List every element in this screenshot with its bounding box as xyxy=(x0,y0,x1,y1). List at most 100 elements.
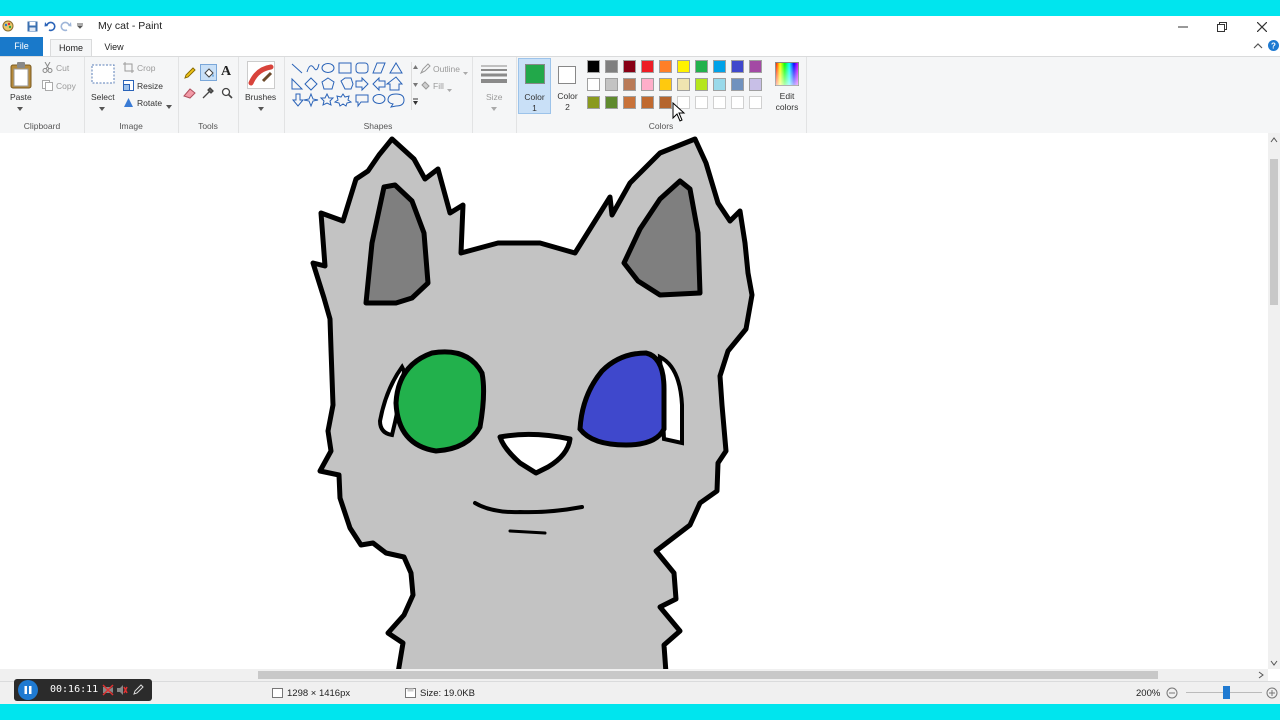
zoom-in-icon[interactable] xyxy=(1266,687,1278,702)
palette-swatch[interactable] xyxy=(659,78,672,91)
palette-swatch[interactable] xyxy=(605,96,618,109)
palette-swatch[interactable] xyxy=(713,96,726,109)
cut-label[interactable]: Cut xyxy=(56,63,69,73)
palette-swatch[interactable] xyxy=(587,78,600,91)
palette-swatch[interactable] xyxy=(641,60,654,73)
customize-quick-access-icon[interactable] xyxy=(76,20,84,32)
palette-swatch[interactable] xyxy=(623,78,636,91)
drawing-canvas[interactable] xyxy=(0,133,1268,669)
palette-swatch[interactable] xyxy=(659,96,672,109)
fill-dropdown-icon[interactable] xyxy=(447,84,452,95)
palette-swatch[interactable] xyxy=(713,60,726,73)
undo-icon[interactable] xyxy=(44,20,56,32)
text-tool-icon[interactable]: A xyxy=(221,64,231,80)
mute-icon[interactable] xyxy=(116,684,128,699)
tab-view[interactable]: View xyxy=(98,39,130,56)
palette-swatch[interactable] xyxy=(695,78,708,91)
palette-swatch[interactable] xyxy=(623,60,636,73)
minimize-button[interactable] xyxy=(1163,16,1203,37)
size-dropdown-icon[interactable] xyxy=(491,103,497,114)
palette-swatch[interactable] xyxy=(605,78,618,91)
vertical-scroll-thumb[interactable] xyxy=(1270,159,1278,305)
cut-icon[interactable] xyxy=(42,61,53,76)
color2-label-a: Color xyxy=(557,91,578,101)
select-icon[interactable] xyxy=(91,64,115,87)
pencil-icon[interactable] xyxy=(183,66,197,83)
crop-icon[interactable] xyxy=(123,62,134,76)
palette-swatch[interactable] xyxy=(623,96,636,109)
webcam-off-icon[interactable] xyxy=(102,684,114,699)
palette-swatch[interactable] xyxy=(677,78,690,91)
resize-icon[interactable] xyxy=(123,80,134,94)
outline-icon[interactable] xyxy=(419,63,431,77)
brushes-icon[interactable] xyxy=(247,61,275,92)
crop-label[interactable]: Crop xyxy=(137,63,155,73)
vertical-scrollbar[interactable] xyxy=(1268,133,1280,669)
size-icon[interactable] xyxy=(480,64,508,87)
scroll-up-icon[interactable] xyxy=(1270,137,1278,143)
help-icon[interactable]: ? xyxy=(1268,40,1279,54)
shapes-gallery[interactable] xyxy=(290,62,408,110)
outline-label[interactable]: Outline xyxy=(433,64,460,74)
palette-swatch[interactable] xyxy=(587,96,600,109)
scroll-right-icon[interactable] xyxy=(1258,671,1264,679)
restore-button[interactable] xyxy=(1202,16,1242,37)
resize-label[interactable]: Resize xyxy=(137,81,163,91)
palette-swatch[interactable] xyxy=(605,60,618,73)
fill-label[interactable]: Fill xyxy=(433,81,444,91)
minimize-ribbon-icon[interactable] xyxy=(1253,41,1263,54)
palette-swatch[interactable] xyxy=(677,60,690,73)
outline-dropdown-icon[interactable] xyxy=(463,67,468,78)
draw-pen-icon[interactable] xyxy=(132,683,145,699)
palette-swatch[interactable] xyxy=(587,60,600,73)
palette-swatch[interactable] xyxy=(641,96,654,109)
horizontal-scrollbar[interactable] xyxy=(0,669,1268,681)
paste-label[interactable]: Paste xyxy=(10,92,32,102)
palette-swatch[interactable] xyxy=(749,96,762,109)
paste-icon[interactable] xyxy=(9,61,33,92)
zoom-out-icon[interactable] xyxy=(1166,687,1178,702)
size-label[interactable]: Size xyxy=(486,92,503,102)
zoom-slider-thumb[interactable] xyxy=(1223,686,1230,699)
pause-recording-button[interactable] xyxy=(18,680,38,700)
magnifier-icon[interactable] xyxy=(221,87,233,102)
fill-icon[interactable] xyxy=(420,80,431,94)
redo-icon[interactable] xyxy=(60,20,72,32)
rotate-label[interactable]: Rotate xyxy=(137,98,162,108)
palette-swatch[interactable] xyxy=(641,78,654,91)
horizontal-scroll-thumb[interactable] xyxy=(258,671,1158,679)
color2-button[interactable]: Color 2 xyxy=(552,58,583,114)
edit-colors-button[interactable]: Edit colors xyxy=(770,58,804,114)
tab-file[interactable]: File xyxy=(0,37,43,56)
color-picker-icon[interactable] xyxy=(202,86,215,102)
canvas-area[interactable] xyxy=(0,133,1268,669)
palette-swatch[interactable] xyxy=(731,78,744,91)
scroll-down-icon[interactable] xyxy=(1270,660,1278,666)
paste-dropdown-icon[interactable] xyxy=(17,103,23,114)
paint-app-icon[interactable] xyxy=(2,20,14,32)
select-dropdown-icon[interactable] xyxy=(99,103,105,114)
copy-label[interactable]: Copy xyxy=(56,81,76,91)
tab-home[interactable]: Home xyxy=(50,39,92,57)
eraser-icon[interactable] xyxy=(183,87,197,102)
fill-with-color-icon[interactable] xyxy=(200,64,217,81)
palette-swatch[interactable] xyxy=(659,60,672,73)
shapes-gallery-scroll[interactable] xyxy=(411,62,418,110)
rotate-icon[interactable] xyxy=(123,97,134,111)
palette-swatch[interactable] xyxy=(713,78,726,91)
save-icon[interactable] xyxy=(26,20,38,32)
palette-swatch[interactable] xyxy=(731,96,744,109)
close-button[interactable] xyxy=(1242,16,1280,37)
color1-button[interactable]: Color 1 xyxy=(518,58,551,114)
clipboard-group: Paste Cut Copy Clipboard xyxy=(0,57,85,134)
palette-swatch[interactable] xyxy=(749,78,762,91)
palette-swatch[interactable] xyxy=(695,60,708,73)
select-label[interactable]: Select xyxy=(91,92,115,102)
palette-swatch[interactable] xyxy=(731,60,744,73)
copy-icon[interactable] xyxy=(42,80,53,94)
brushes-dropdown-icon[interactable] xyxy=(258,103,264,114)
brushes-label[interactable]: Brushes xyxy=(245,92,276,102)
rotate-dropdown-icon[interactable] xyxy=(166,101,172,112)
palette-swatch[interactable] xyxy=(749,60,762,73)
palette-swatch[interactable] xyxy=(695,96,708,109)
